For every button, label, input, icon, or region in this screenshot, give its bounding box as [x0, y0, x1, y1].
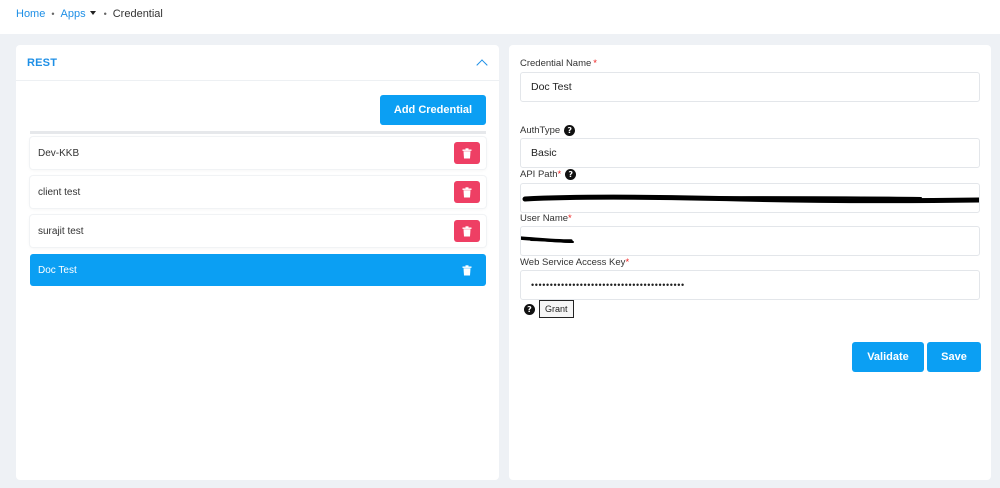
credential-name-label: Credential Name *: [520, 58, 597, 69]
api-path-input[interactable]: [520, 183, 980, 213]
list-item-label: client test: [38, 186, 81, 198]
trash-icon: [462, 186, 472, 197]
list-item-selected[interactable]: Doc Test: [30, 254, 486, 286]
list-item-label: Dev-KKB: [38, 147, 80, 159]
user-name-label-text: User Name: [520, 213, 569, 224]
list-item-label: Doc Test: [38, 264, 77, 276]
access-key-label: Web Service Access Key *: [520, 257, 629, 268]
validate-button[interactable]: Validate: [852, 342, 924, 372]
panel-title: REST: [27, 56, 58, 69]
list-divider: [30, 131, 486, 134]
breadcrumb-separator: •: [51, 9, 55, 19]
credential-name-input[interactable]: Doc Test: [520, 72, 980, 102]
trash-icon: [462, 147, 472, 158]
redaction-mark: [521, 236, 574, 243]
required-mark: *: [568, 213, 572, 224]
auth-type-label: AuthType?: [520, 125, 576, 136]
top-bar: Home • Apps • Credential: [0, 0, 1000, 34]
help-icon[interactable]: ?: [565, 169, 577, 180]
delete-button[interactable]: [454, 142, 480, 164]
delete-button[interactable]: [454, 181, 480, 203]
caret-down-icon: [89, 11, 96, 16]
breadcrumb-current: Credential: [112, 8, 163, 20]
access-key-label-text: Web Service Access Key: [520, 257, 626, 268]
list-item-label: surajit test: [38, 225, 84, 237]
help-icon[interactable]: ?: [564, 125, 576, 136]
auth-type-value: Basic: [531, 147, 557, 159]
chevron-up-icon[interactable]: [476, 58, 488, 71]
credential-name-value: Doc Test: [531, 81, 572, 93]
breadcrumb: Home • Apps • Credential: [16, 8, 163, 20]
api-path-label: API Path *?: [520, 169, 577, 180]
access-key-value: ••••••••••••••••••••••••••••••••••••••••…: [531, 280, 685, 290]
list-item[interactable]: client test: [30, 176, 486, 208]
trash-icon: [462, 264, 472, 275]
redaction-mark: [522, 194, 979, 204]
help-icon[interactable]: ?: [524, 303, 535, 315]
credential-form-panel: Credential Name * Doc Test AuthType? Basi…: [509, 45, 991, 480]
credential-list-panel: REST Add Credential Dev-KKB client test …: [16, 45, 499, 480]
list-item[interactable]: Dev-KKB: [30, 137, 486, 169]
breadcrumb-home[interactable]: Home: [16, 8, 45, 20]
user-name-label: User Name *: [520, 213, 572, 224]
credential-name-label-text: Credential Name: [520, 58, 592, 69]
grant-row: ? Grant: [524, 300, 574, 318]
access-key-input[interactable]: ••••••••••••••••••••••••••••••••••••••••…: [520, 270, 980, 300]
required-mark: *: [625, 257, 630, 268]
auth-type-select[interactable]: Basic: [520, 138, 980, 168]
panel-header[interactable]: REST: [16, 45, 499, 81]
add-credential-button[interactable]: Add Credential: [380, 95, 486, 125]
list-item[interactable]: surajit test: [30, 215, 486, 247]
credential-list: Dev-KKB client test surajit test Doc Tes…: [30, 137, 486, 293]
required-mark: *: [593, 58, 597, 69]
breadcrumb-apps-label: Apps: [60, 8, 86, 20]
save-button[interactable]: Save: [927, 342, 981, 372]
grant-button[interactable]: Grant: [539, 300, 574, 318]
trash-icon: [462, 225, 472, 236]
api-path-label-text: API Path: [520, 169, 558, 180]
breadcrumb-apps[interactable]: Apps: [61, 8, 96, 20]
user-name-input[interactable]: [520, 226, 980, 256]
required-mark: *: [557, 169, 562, 180]
auth-type-label-text: AuthType: [520, 125, 561, 136]
delete-button[interactable]: [454, 220, 480, 242]
breadcrumb-separator: •: [103, 9, 107, 19]
delete-button[interactable]: [454, 259, 480, 281]
